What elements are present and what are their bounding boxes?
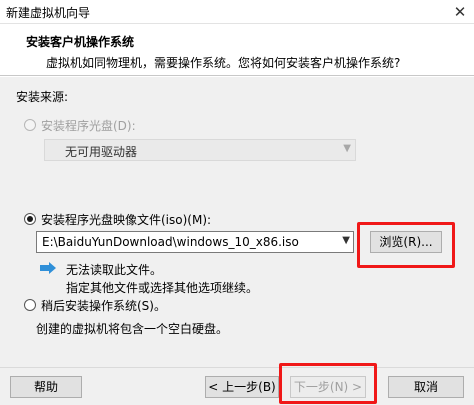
chevron-down-icon: ▼ [343, 143, 351, 154]
later-radio-label: 稍后安装操作系统(S)。 [41, 299, 166, 313]
iso-error-message: 无法读取此文件。 指定其他文件或选择其他选项继续。 [66, 261, 258, 297]
install-source-label: 安装来源: [16, 90, 69, 104]
chevron-down-icon[interactable]: ▼ [342, 235, 350, 246]
later-description: 创建的虚拟机将包含一个空白硬盘。 [36, 322, 229, 336]
wizard-footer: 帮助 < 上一步(B) 下一步(N) > 取消 [0, 363, 474, 405]
back-button[interactable]: < 上一步(B) [205, 376, 279, 398]
disc-drive-value: 无可用驱动器 [65, 145, 138, 159]
browse-highlight-box [357, 222, 455, 268]
iso-path-combobox[interactable]: E:\BaiduYunDownload\windows_10_x86.iso ▼ [36, 231, 354, 253]
next-highlight-box [279, 363, 377, 404]
wizard-header: 安装客户机操作系统 虚拟机如同物理机，需要操作系统。您将如何安装客户机操作系统? [0, 24, 474, 76]
iso-path-value: E:\BaiduYunDownload\windows_10_x86.iso [42, 235, 299, 249]
title-bar: 新建虚拟机向导 ✕ [0, 0, 474, 24]
iso-error-hint: 指定其他文件或选择其他选项继续。 [66, 281, 259, 295]
arrow-right-icon [40, 262, 56, 274]
header-subtitle: 虚拟机如同物理机，需要操作系统。您将如何安装客户机操作系统? [46, 56, 401, 70]
header-title: 安装客户机操作系统 [26, 35, 135, 49]
help-button[interactable]: 帮助 [10, 376, 82, 398]
iso-radio[interactable] [24, 213, 36, 225]
iso-error-line: 无法读取此文件。 [66, 263, 163, 277]
later-radio[interactable] [24, 299, 36, 311]
iso-radio-label: 安装程序光盘映像文件(iso)(M): [41, 213, 212, 227]
close-icon[interactable]: ✕ [450, 2, 470, 22]
cancel-button[interactable]: 取消 [388, 376, 464, 398]
wizard-content: 安装来源: 安装程序光盘(D): 无可用驱动器 ▼ 安装程序光盘映像文件(iso… [0, 77, 474, 367]
disc-drive-dropdown[interactable]: 无可用驱动器 ▼ [44, 139, 356, 161]
window-title: 新建虚拟机向导 [6, 6, 91, 20]
disc-radio[interactable] [24, 119, 36, 131]
disc-radio-label: 安装程序光盘(D): [41, 119, 136, 133]
